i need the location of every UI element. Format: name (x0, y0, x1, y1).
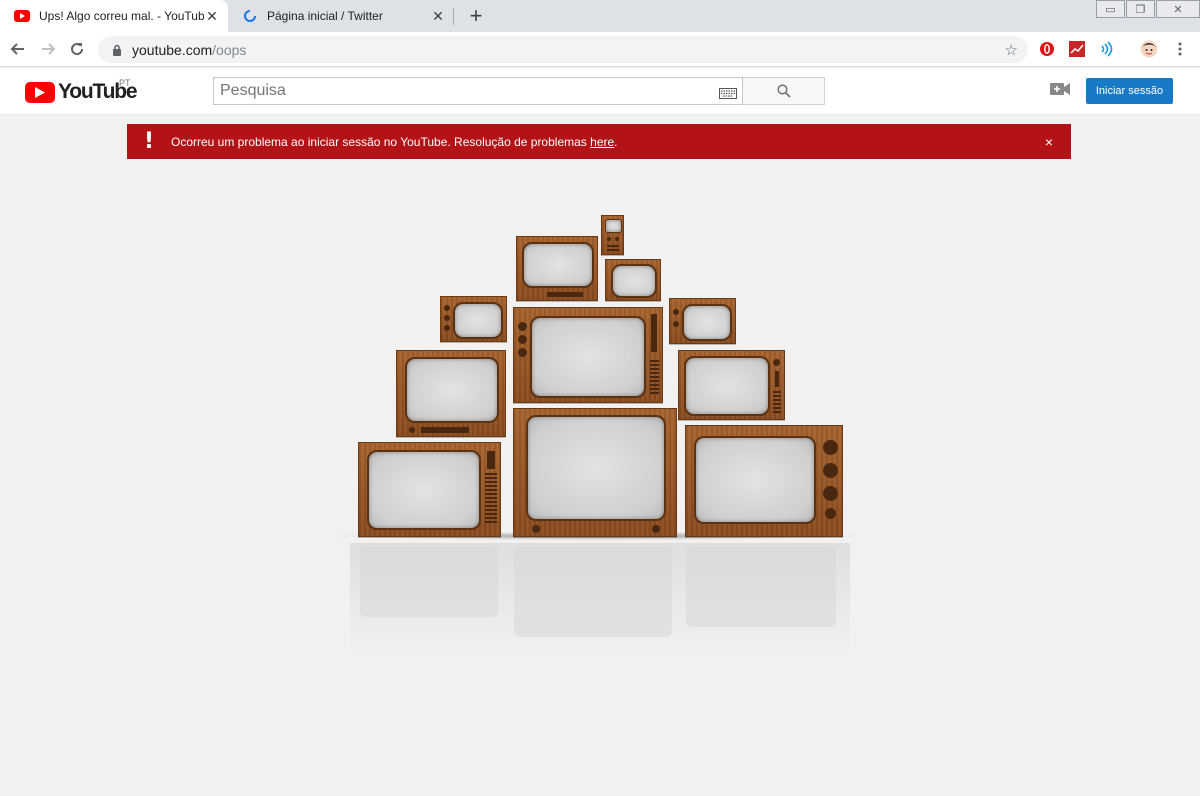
tv-top-tiny (601, 215, 624, 255)
search-bar (213, 77, 825, 105)
new-tab-button[interactable]: + (464, 4, 488, 28)
tv-middle-center (513, 307, 663, 403)
alert-exclamation-icon: ! (143, 129, 155, 154)
youtube-play-icon (25, 81, 55, 103)
tv-bottom-right (685, 425, 843, 537)
bookmark-star-icon[interactable]: ☆ (1005, 41, 1018, 59)
back-arrow-icon[interactable] (6, 37, 30, 61)
broken-tvs-illustration (330, 210, 870, 660)
troubleshoot-link[interactable]: here (590, 135, 614, 149)
tv-top-left (516, 236, 598, 301)
search-button[interactable] (743, 77, 825, 105)
tab-title: Ups! Algo correu mal. - YouTube (39, 9, 204, 23)
window-controls: ▭ ❐ ✕ (1095, 0, 1200, 20)
reload-icon[interactable] (65, 37, 89, 61)
tv-top-right (605, 259, 661, 301)
close-tab-icon[interactable]: ✕ (204, 8, 220, 24)
tv-upper-left (440, 296, 507, 342)
close-tab-icon[interactable]: ✕ (430, 8, 446, 24)
tab-separator (453, 8, 454, 25)
error-alert-banner: ! Ocorreu um problema ao iniciar sessão … (127, 124, 1071, 159)
alert-suffix: . (614, 134, 618, 149)
upload-video-icon[interactable] (1050, 82, 1070, 98)
minimize-icon[interactable]: ▭ (1096, 0, 1125, 18)
tv-upper-right (669, 298, 736, 344)
tab-title: Página inicial / Twitter (267, 9, 383, 23)
country-code: PT (119, 78, 131, 88)
keyboard-icon[interactable] (719, 86, 737, 99)
wireless-extension-icon[interactable] (1098, 40, 1116, 58)
loading-spinner-icon (242, 8, 258, 24)
youtube-favicon-icon (14, 8, 30, 24)
youtube-masthead: YouTube PT Iniciar sessão (0, 68, 1200, 115)
search-input[interactable] (213, 77, 743, 105)
address-bar[interactable]: youtube.com/oops ☆ (98, 36, 1028, 63)
url-host: youtube.com (132, 41, 213, 58)
browser-toolbar: youtube.com/oops ☆ (0, 32, 1200, 67)
chart-extension-icon[interactable] (1068, 40, 1086, 58)
tv-middle-left (396, 350, 506, 437)
search-icon (776, 84, 791, 98)
alert-close-icon[interactable]: × (1027, 134, 1071, 150)
tv-middle-right (678, 350, 785, 420)
menu-dots-icon[interactable] (1171, 40, 1189, 58)
signin-button[interactable]: Iniciar sessão (1086, 78, 1173, 104)
alert-message: Ocorreu um problema ao iniciar sessão no… (171, 135, 1027, 149)
tv-bottom-center (513, 408, 677, 537)
tab-twitter[interactable]: Página inicial / Twitter ✕ (228, 0, 454, 32)
opera-extension-icon[interactable] (1038, 40, 1056, 58)
forward-arrow-icon[interactable] (36, 37, 60, 61)
tab-youtube[interactable]: Ups! Algo correu mal. - YouTube ✕ (0, 0, 228, 32)
tv-bottom-left (358, 442, 501, 537)
window-close-icon[interactable]: ✕ (1156, 0, 1200, 18)
tv-reflection (350, 543, 850, 653)
lock-icon[interactable] (110, 43, 124, 57)
restore-icon[interactable]: ❐ (1126, 0, 1155, 18)
alert-text: Ocorreu um problema ao iniciar sessão no… (171, 134, 591, 149)
browser-tabstrip: Ups! Algo correu mal. - YouTube ✕ Página… (0, 0, 1200, 32)
profile-avatar-icon[interactable] (1140, 40, 1158, 58)
url-path: /oops (212, 41, 247, 58)
